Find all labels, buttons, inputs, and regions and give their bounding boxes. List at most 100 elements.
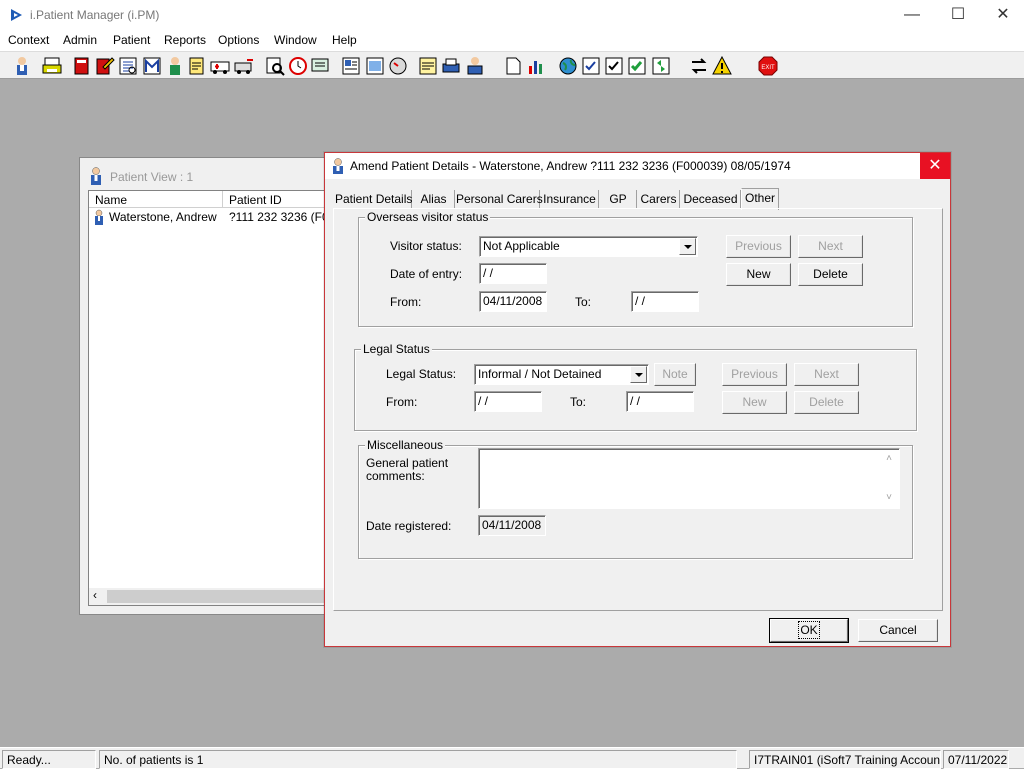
legal-to-field[interactable]: / /	[626, 391, 694, 412]
legal-status-value: Informal / Not Detained	[478, 367, 602, 381]
table-row[interactable]: Waterstone, Andrew ?111 232 3236 (F00	[89, 209, 335, 226]
approve-icon[interactable]	[603, 55, 625, 77]
legal-note-button[interactable]: Note	[654, 363, 696, 386]
clock-icon[interactable]	[287, 55, 309, 77]
tab-insurance[interactable]: Insurance	[541, 190, 599, 209]
column-header-name[interactable]: Name	[95, 193, 127, 207]
screen-icon[interactable]	[309, 55, 331, 77]
overseas-from-field[interactable]: 04/11/2008	[479, 291, 547, 312]
main-toolbar: EXIT	[0, 51, 1024, 79]
globe-icon[interactable]	[557, 55, 579, 77]
overseas-from-label: From:	[390, 295, 422, 309]
amend-patient-dialog[interactable]: Amend Patient Details - Waterstone, Andr…	[324, 152, 951, 647]
list-icon[interactable]	[117, 55, 139, 77]
menu-context[interactable]: Context	[8, 33, 49, 47]
tab-deceased[interactable]: Deceased	[681, 190, 741, 209]
notes-icon[interactable]	[186, 55, 208, 77]
check-list-icon[interactable]	[580, 55, 602, 77]
refresh-icon[interactable]	[650, 55, 672, 77]
app-logo-icon	[11, 9, 22, 21]
tab-gp[interactable]: GP	[600, 190, 637, 209]
menu-window[interactable]: Window	[274, 33, 317, 47]
comments-label-line2: comments:	[366, 469, 425, 483]
legal-next-button[interactable]: Next	[794, 363, 859, 386]
legal-status-group: Legal Status Legal Status: Informal / No…	[354, 342, 917, 431]
chevron-down-icon[interactable]	[630, 366, 647, 383]
doctor-icon[interactable]	[164, 55, 186, 77]
legal-to-label: To:	[570, 395, 587, 409]
scroll-up-icon[interactable]: ˄	[884, 454, 894, 464]
report-icon[interactable]	[340, 55, 362, 77]
dial-icon[interactable]	[387, 55, 409, 77]
transfer-icon[interactable]	[233, 55, 255, 77]
mail-icon[interactable]	[141, 55, 163, 77]
status-ready: Ready...	[2, 750, 96, 769]
overseas-visitor-group: Overseas visitor status Visitor status: …	[358, 210, 913, 327]
legal-status-select[interactable]: Informal / Not Detained	[474, 364, 649, 385]
patient-icon	[91, 167, 101, 185]
patient-search-icon[interactable]	[11, 55, 33, 77]
chart-icon[interactable]	[525, 55, 547, 77]
patient-list[interactable]: Name Patient ID Waterstone, Andrew ?111 …	[88, 190, 335, 606]
dialog-title: Amend Patient Details - Waterstone, Andr…	[350, 159, 791, 173]
ok-button[interactable]: OK	[769, 618, 849, 643]
maximize-button[interactable]: ☐	[935, 0, 981, 30]
records-icon[interactable]	[364, 55, 386, 77]
ambulance-icon[interactable]	[209, 55, 231, 77]
overseas-previous-button[interactable]: Previous	[726, 235, 791, 258]
printer-icon[interactable]	[440, 55, 462, 77]
menu-admin[interactable]: Admin	[63, 33, 97, 47]
cancel-button[interactable]: Cancel	[858, 619, 938, 642]
menu-options[interactable]: Options	[218, 33, 259, 47]
edit-book-icon[interactable]	[93, 55, 115, 77]
legal-from-field[interactable]: / /	[474, 391, 542, 412]
patient-view-window[interactable]: Patient View : 1 Name Patient ID Waterst…	[79, 157, 335, 615]
overseas-delete-button[interactable]: Delete	[798, 263, 863, 286]
chevron-down-icon[interactable]	[679, 238, 696, 255]
overseas-to-field[interactable]: / /	[631, 291, 699, 312]
tab-carers[interactable]: Carers	[638, 190, 680, 209]
tab-other[interactable]: Other	[741, 188, 779, 210]
patient-icon	[333, 158, 343, 174]
warning-icon[interactable]	[711, 55, 733, 77]
dialog-titlebar[interactable]: Amend Patient Details - Waterstone, Andr…	[325, 153, 950, 179]
green-check-icon[interactable]	[626, 55, 648, 77]
print-icon[interactable]	[41, 55, 63, 77]
search-doc-icon[interactable]	[264, 55, 286, 77]
visitor-status-select[interactable]: Not Applicable	[479, 236, 698, 257]
column-divider[interactable]	[222, 191, 223, 208]
tab-alias[interactable]: Alias	[413, 190, 455, 209]
forms-icon[interactable]	[417, 55, 439, 77]
exit-icon[interactable]: EXIT	[757, 55, 779, 77]
swap-icon[interactable]	[688, 55, 710, 77]
patient-name-cell: Waterstone, Andrew	[109, 210, 217, 224]
general-comments-textarea[interactable]: ˄ ˅	[478, 448, 900, 509]
menu-help[interactable]: Help	[332, 33, 357, 47]
overseas-visitor-group-label: Overseas visitor status	[365, 210, 491, 224]
patient-view-title: Patient View : 1	[110, 170, 194, 184]
patient-view-titlebar[interactable]: Patient View : 1	[80, 158, 328, 185]
menu-patient[interactable]: Patient	[113, 33, 150, 47]
tab-personal-carers[interactable]: Personal Carers	[456, 190, 543, 209]
overseas-next-button[interactable]: Next	[798, 235, 863, 258]
menu-reports[interactable]: Reports	[164, 33, 206, 47]
horizontal-scrollbar[interactable]: ‹	[89, 588, 331, 605]
dialog-close-button[interactable]: ✕	[920, 153, 950, 179]
book-icon[interactable]	[71, 55, 93, 77]
close-app-button[interactable]: ✕	[980, 0, 1024, 30]
visitor-status-value: Not Applicable	[483, 239, 560, 253]
scroll-down-icon[interactable]: ˅	[884, 493, 894, 503]
scrollbar-thumb[interactable]	[107, 590, 331, 603]
overseas-new-button[interactable]: New	[726, 263, 791, 286]
date-of-entry-field[interactable]: / /	[479, 263, 547, 284]
legal-delete-button[interactable]: Delete	[794, 391, 859, 414]
patient-print-icon[interactable]	[464, 55, 486, 77]
legal-new-button[interactable]: New	[722, 391, 787, 414]
legal-previous-button[interactable]: Previous	[722, 363, 787, 386]
column-header-patient-id[interactable]: Patient ID	[229, 193, 282, 207]
tab-patient-details[interactable]: Patient Details	[335, 190, 412, 209]
document-icon[interactable]	[502, 55, 524, 77]
minimize-button[interactable]: —	[889, 0, 935, 30]
comments-scrollbar[interactable]: ˄ ˅	[881, 450, 898, 507]
scroll-left-icon[interactable]: ‹	[93, 588, 97, 602]
